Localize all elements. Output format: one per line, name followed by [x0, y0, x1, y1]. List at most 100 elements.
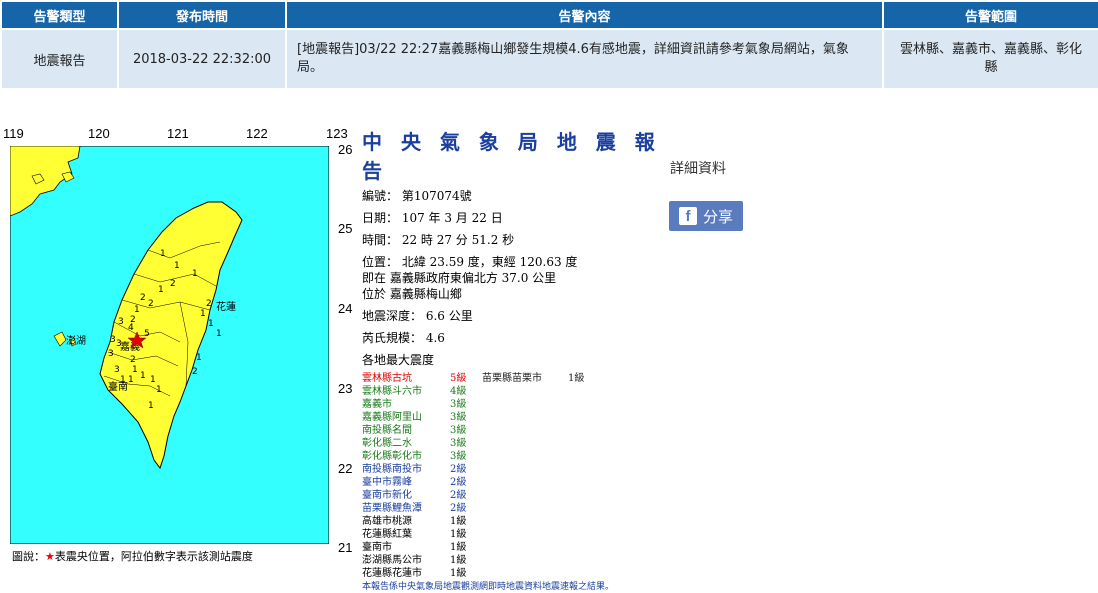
- station-name: 雲林縣古坑: [362, 373, 412, 384]
- intensity-row: 南投縣名間 3級: [362, 424, 584, 437]
- report-position: 位置： 北緯 23.59 度，東經 120.63 度: [362, 255, 578, 269]
- station-level: 1級: [568, 373, 585, 384]
- place-label-hualien: 花蓮: [216, 300, 236, 313]
- intensity-table: 雲林縣古坑 5級 苗栗縣苗栗市 1級 雲林縣斗六市 4級 嘉義市 3級 嘉義縣阿里山 3級 南投縣名…: [362, 372, 584, 580]
- intensity-row: 澎湖縣馬公市 1級: [362, 554, 584, 567]
- station-name: 臺中市霧峰: [362, 477, 412, 488]
- facebook-icon: f: [678, 207, 697, 225]
- station-name: 彰化縣二水: [362, 438, 412, 449]
- intensity-row: 臺中市霧峰 2級: [362, 476, 584, 489]
- lon-tick: 120: [88, 126, 110, 141]
- station-level: 1級: [450, 568, 467, 579]
- report-date: 日期： 107 年 3 月 22 日: [362, 211, 503, 225]
- station-intensity-number: 1: [134, 305, 140, 315]
- station-level: 3級: [450, 451, 467, 462]
- station-name: 苗栗縣苗栗市: [482, 373, 542, 384]
- report-time: 時間： 22 時 27 分 51.2 秒: [362, 233, 515, 247]
- report-number: 編號： 第107074號: [362, 189, 472, 203]
- station-level: 4級: [450, 386, 467, 397]
- alert-time: 2018-03-22 22:32:00: [117, 28, 287, 90]
- station-intensity-number: 3: [116, 339, 122, 349]
- station-intensity-number: 2: [206, 299, 212, 309]
- station-intensity-number: 2: [148, 299, 154, 309]
- station-intensity-number: 2: [192, 367, 198, 377]
- station-intensity-number: 1: [140, 371, 146, 381]
- station-intensity-number: 1: [150, 375, 156, 385]
- header-content: 告警內容: [285, 0, 884, 30]
- lat-tick: 23: [338, 381, 353, 396]
- header-time: 發布時間: [117, 0, 287, 30]
- station-intensity-number: 3: [114, 365, 120, 375]
- alert-type: 地震報告: [0, 28, 119, 90]
- alert-row: 地震報告 2018-03-22 22:32:00 [地震報告]03/22 22:…: [0, 28, 1098, 90]
- station-name: 雲林縣斗六市: [362, 386, 422, 397]
- station-name: 花蓮縣紅葉: [362, 529, 412, 540]
- station-level: 3級: [450, 425, 467, 436]
- station-intensity-number: 1: [128, 375, 134, 385]
- intensity-row: 花蓮縣紅葉 1級: [362, 528, 584, 541]
- station-intensity-number: 1: [208, 319, 214, 329]
- earthquake-report: 中 央 氣 象 局 地 震 報 告 編號： 第107074號 日期： 107 年…: [362, 126, 662, 593]
- report-located: 位於 嘉義縣梅山鄉: [362, 287, 462, 301]
- station-level: 1級: [450, 529, 467, 540]
- station-level: 2級: [450, 464, 467, 475]
- intensity-row: 花蓮縣花蓮市 1級: [362, 567, 584, 580]
- station-name: 南投縣名間: [362, 425, 412, 436]
- station-intensity-number: 2: [130, 355, 136, 365]
- station-name: 臺南市: [362, 542, 392, 553]
- station-level: 1級: [450, 516, 467, 527]
- intensity-row: 臺南市 1級: [362, 541, 584, 554]
- legend-star-icon: ★: [45, 550, 55, 563]
- station-intensity-number: 1: [132, 365, 138, 375]
- station-level: 3級: [450, 412, 467, 423]
- station-intensity-number: 4: [128, 323, 134, 333]
- station-name: 花蓮縣花蓮市: [362, 568, 422, 579]
- intensity-row: 彰化縣彰化市 3級: [362, 450, 584, 463]
- alert-area: 雲林縣、嘉義市、嘉義縣、彰化縣: [882, 28, 1098, 90]
- share-button[interactable]: f 分享: [669, 201, 743, 231]
- station-intensity-number: 1: [148, 401, 154, 411]
- report-depth: 地震深度： 6.6 公里: [362, 309, 473, 323]
- station-intensity-number: 1: [200, 309, 206, 319]
- lat-tick: 25: [338, 221, 353, 236]
- station-intensity-number: 1: [174, 261, 180, 271]
- lat-tick: 22: [338, 461, 353, 476]
- header-area: 告警範圍: [882, 0, 1098, 30]
- lat-tick: 21: [338, 540, 353, 555]
- station-intensity-number: 1: [156, 385, 162, 395]
- intensity-row: 南投縣南投市 2級: [362, 463, 584, 476]
- intensity-row: 雲林縣古坑 5級 苗栗縣苗栗市 1級: [362, 372, 584, 385]
- map-canvas: 花蓮 嘉義 臺南 澎湖 1121122124353 333211 1 1 1112111…: [10, 146, 329, 544]
- station-level: 1級: [450, 542, 467, 553]
- station-name: 苗栗縣鯉魚潭: [362, 503, 422, 514]
- station-intensity-number: 1: [216, 329, 222, 339]
- station-intensity-number: 3: [118, 317, 124, 327]
- lat-tick: 24: [338, 301, 353, 316]
- station-level: 5級: [450, 373, 467, 384]
- intensity-row: 嘉義縣阿里山 3級: [362, 411, 584, 424]
- station-name: 彰化縣彰化市: [362, 451, 422, 462]
- report-note: 本報告係中央氣象局地震觀測網即時地震資料地震速報之結果。: [362, 582, 615, 592]
- intensity-row: 高雄市桃源 1級: [362, 515, 584, 528]
- station-intensity-number: 5: [144, 329, 150, 339]
- station-name: 嘉義縣阿里山: [362, 412, 422, 423]
- report-relative: 即在 嘉義縣政府東偏北方 37.0 公里: [362, 271, 557, 285]
- legend-text: 表震央位置，阿拉伯數字表示該測站震度: [54, 550, 253, 563]
- detail-link[interactable]: 詳細資料: [670, 158, 726, 178]
- station-intensity-number: 3: [108, 349, 114, 359]
- earthquake-map: 119 120 121 122 123 26 25 24 23 22 21 花蓮…: [0, 124, 355, 585]
- lon-tick: 123: [326, 126, 348, 141]
- alert-table: 告警類型 發布時間 告警內容 告警範圍 地震報告 2018-03-22 22:3…: [0, 0, 1098, 90]
- station-intensity-number: 1: [160, 249, 166, 259]
- lon-tick: 119: [3, 126, 24, 141]
- report-title: 中 央 氣 象 局 地 震 報 告: [362, 130, 661, 183]
- station-intensity-number: 1: [158, 285, 164, 295]
- lat-tick: 26: [338, 142, 353, 157]
- station-name: 南投縣南投市: [362, 464, 422, 475]
- station-intensity-number: 3: [110, 335, 116, 345]
- place-label-penghu: 澎湖: [66, 335, 86, 347]
- lon-tick: 122: [246, 126, 268, 141]
- map-legend: 圖說：★表震央位置，阿拉伯數字表示該測站震度: [12, 548, 253, 564]
- lon-tick: 121: [167, 126, 189, 141]
- station-intensity-number: 2: [140, 293, 146, 303]
